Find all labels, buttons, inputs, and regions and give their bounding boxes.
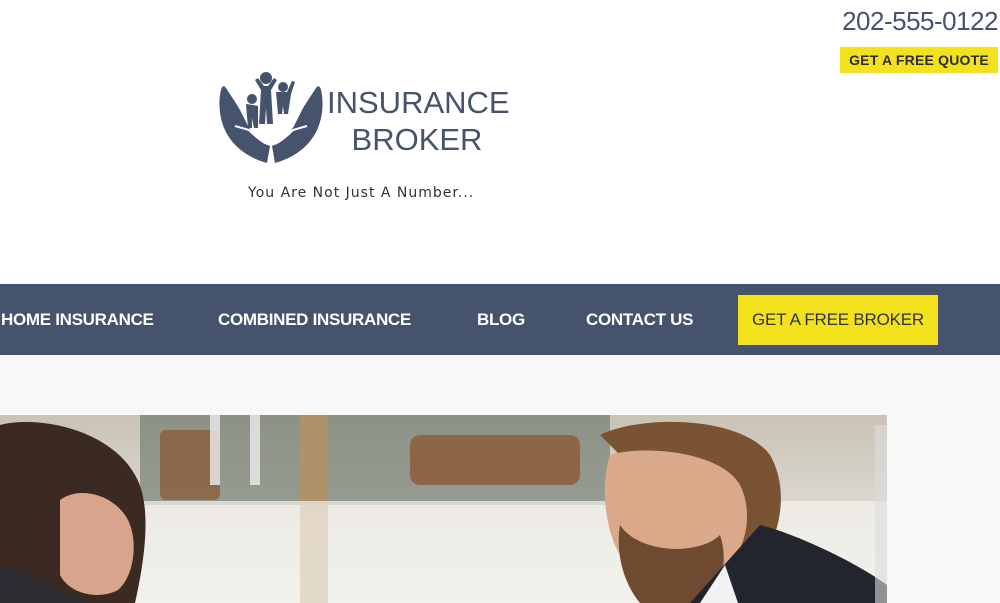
nav-combined-insurance[interactable]: COMBINED INSURANCE	[218, 284, 411, 355]
nav-blog[interactable]: BLOG	[477, 284, 525, 355]
hero-image	[0, 415, 887, 603]
logo-line-1: INSURANCE	[327, 85, 510, 120]
site-header: 202-555-0122 GET A FREE QUOTE INSURANCE …	[0, 0, 1000, 284]
main-content	[0, 355, 1000, 603]
logo-line-2: BROKER	[351, 122, 483, 157]
logo-text: INSURANCE BROKER	[327, 84, 510, 158]
site-logo[interactable]: INSURANCE BROKER	[215, 68, 515, 168]
hero-photo	[0, 415, 887, 603]
family-hands-icon	[219, 72, 323, 163]
get-free-broker-button[interactable]: GET A FREE BROKER	[738, 295, 938, 345]
nav-contact-us[interactable]: CONTACT US	[586, 284, 693, 355]
get-free-quote-button[interactable]: GET A FREE QUOTE	[840, 47, 998, 73]
phone-number[interactable]: 202-555-0122	[842, 6, 998, 37]
nav-home-insurance[interactable]: HOME INSURANCE	[1, 284, 154, 355]
main-nav: HOME INSURANCE COMBINED INSURANCE BLOG C…	[0, 284, 1000, 355]
tagline: You Are Not Just A Number...	[248, 185, 475, 201]
